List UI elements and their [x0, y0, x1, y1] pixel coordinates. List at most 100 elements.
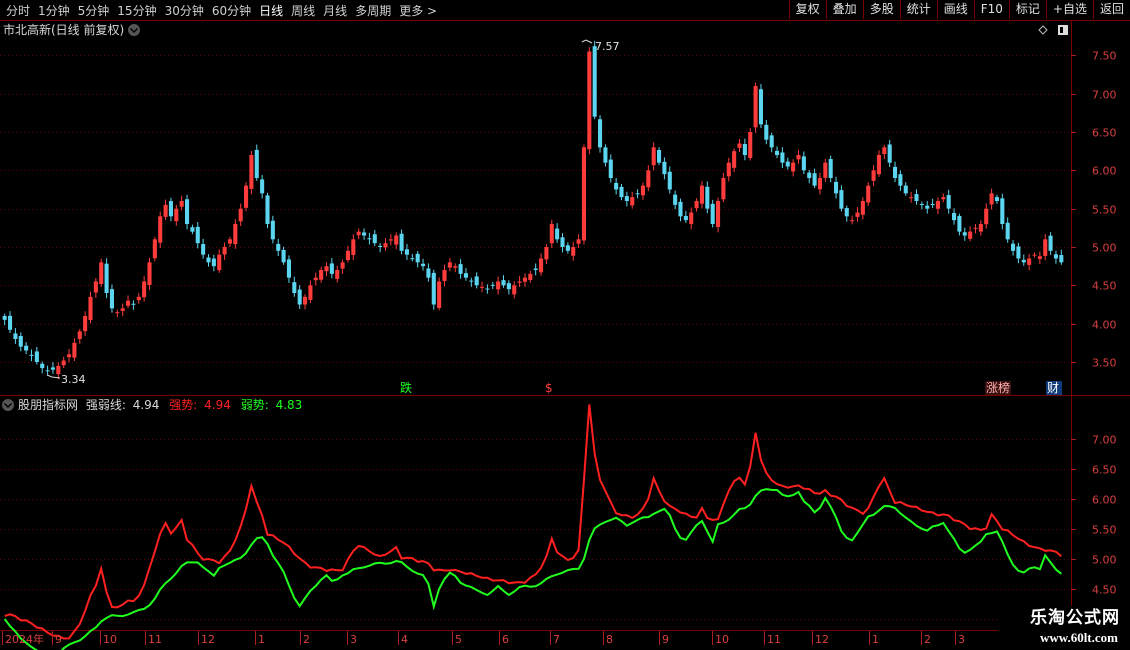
- candle: [640, 182, 645, 200]
- time-tick-label: 5: [455, 633, 462, 646]
- candle: [619, 184, 624, 201]
- event-marker-dollar[interactable]: $: [545, 381, 553, 395]
- candle: [882, 144, 887, 160]
- candle: [265, 192, 270, 229]
- candle: [238, 203, 243, 227]
- candle: [694, 198, 699, 212]
- candle: [994, 194, 999, 204]
- time-tick-label: 2: [303, 633, 310, 646]
- diamond-icon[interactable]: [1038, 25, 1048, 35]
- candle: [764, 119, 769, 145]
- time-axis: 2024年 9 10 11 12 1 2 3 4 5 6 7 8 9 10 11 12 1 2 3: [2, 631, 965, 646]
- stock-chart[interactable]: 3.50 4.00 4.50 5.00 5.50 6.00 6.50 7.00 7.50 4.0…: [0, 0, 1130, 650]
- candle: [721, 172, 726, 203]
- candle: [984, 203, 989, 229]
- candle: [689, 207, 694, 230]
- candle: [1027, 253, 1032, 271]
- weak-line: [3, 488, 1062, 650]
- candle: [1059, 249, 1064, 265]
- event-marker-rank[interactable]: 涨榜: [986, 380, 1010, 395]
- candle: [201, 238, 206, 259]
- candle: [705, 181, 710, 214]
- candle: [93, 277, 98, 298]
- candle: [77, 328, 82, 344]
- candle: [941, 193, 946, 203]
- candle: [952, 208, 957, 225]
- candle: [303, 294, 308, 310]
- candle: [217, 249, 222, 273]
- candle: [678, 198, 683, 222]
- candle: [565, 242, 570, 254]
- strong-line: [4, 404, 1062, 640]
- candle: [13, 328, 18, 344]
- candle: [195, 221, 200, 249]
- candle: [791, 159, 796, 177]
- candle: [758, 84, 763, 129]
- time-tick-label: 1: [872, 633, 879, 646]
- candle: [276, 238, 281, 257]
- candle: [437, 277, 442, 311]
- candle: [104, 258, 109, 299]
- event-marker-fall[interactable]: 跌: [400, 380, 412, 395]
- indicator-dropdown-icon[interactable]: [2, 399, 14, 411]
- time-tick-label: 7: [553, 633, 560, 646]
- indicator-lines[interactable]: [3, 404, 1062, 650]
- time-tick-label: 9: [55, 633, 62, 646]
- candle: [329, 258, 334, 279]
- candle: [571, 241, 576, 261]
- weak-strong-value: 4.94: [133, 398, 160, 412]
- candle: [587, 47, 592, 155]
- candlestick-series[interactable]: [2, 40, 1064, 380]
- time-tick-label: 4: [401, 633, 408, 646]
- candle: [903, 182, 908, 196]
- indicator-grid: [0, 439, 1071, 620]
- candle: [313, 272, 318, 286]
- candle: [367, 232, 372, 245]
- candle: [651, 142, 656, 171]
- candle: [780, 147, 785, 169]
- candle: [635, 189, 640, 199]
- candle: [893, 161, 898, 183]
- candle: [29, 349, 34, 362]
- candle: [624, 191, 629, 207]
- candle: [555, 223, 560, 243]
- candle: [244, 182, 249, 212]
- candle: [683, 210, 688, 223]
- price-tick-label: 5.00: [1092, 242, 1117, 255]
- candle: [115, 309, 120, 318]
- price-tick-label: 5.50: [1092, 204, 1117, 217]
- price-tick-label: 7.00: [1092, 89, 1117, 102]
- candle: [404, 243, 409, 261]
- indicator-y-axis: 4.004.505.005.506.006.507.00: [1071, 434, 1117, 627]
- time-tick-label: 3: [958, 633, 965, 646]
- candle: [742, 138, 747, 161]
- candle: [716, 197, 721, 233]
- candle: [297, 285, 302, 310]
- candle: [67, 349, 72, 363]
- title-dropdown-icon[interactable]: [128, 24, 140, 36]
- candle: [24, 342, 29, 355]
- time-tick-label: 11: [767, 633, 781, 646]
- candle: [828, 155, 833, 183]
- candle: [174, 204, 179, 226]
- candle: [844, 205, 849, 222]
- candle: [319, 266, 324, 283]
- candle: [1048, 232, 1053, 255]
- candle: [356, 228, 361, 240]
- candle: [871, 165, 876, 187]
- candle: [876, 150, 881, 177]
- candle: [598, 115, 603, 153]
- candle: [490, 281, 495, 290]
- indicator-tick-label: 5.00: [1092, 554, 1117, 567]
- event-marker-finance[interactable]: 财: [1047, 381, 1059, 395]
- panel-toggle-icon[interactable]: [1058, 25, 1068, 35]
- candle: [506, 280, 511, 295]
- candle: [254, 144, 259, 181]
- candle: [362, 228, 367, 240]
- price-tick-label: 3.50: [1092, 357, 1117, 370]
- time-tick-label: 10: [715, 633, 729, 646]
- candle: [185, 194, 190, 230]
- time-tick-label: 3: [350, 633, 357, 646]
- indicator-tick-label: 7.00: [1092, 434, 1117, 447]
- candle: [260, 174, 265, 199]
